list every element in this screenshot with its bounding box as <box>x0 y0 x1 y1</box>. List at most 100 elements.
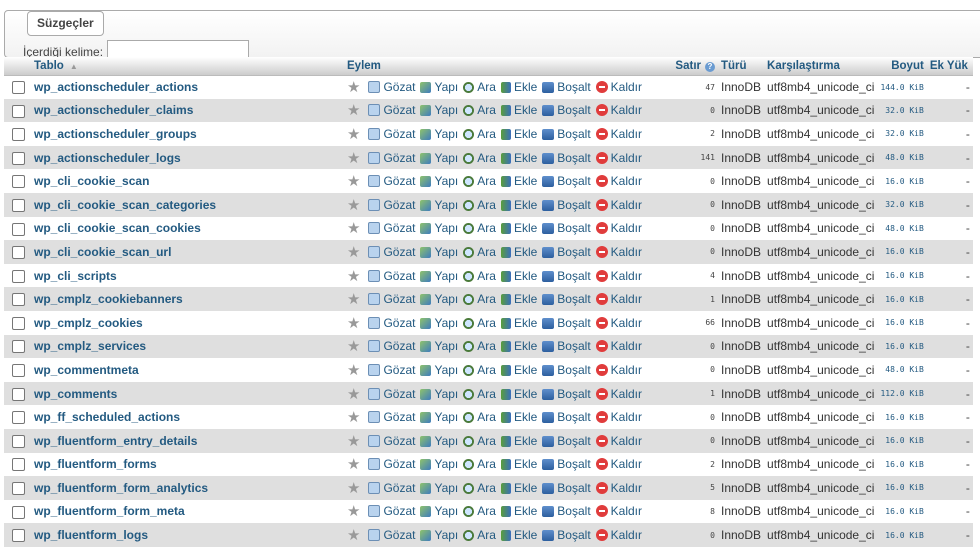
insert-action[interactable]: Ekle <box>500 410 537 424</box>
insert-action[interactable]: Ekle <box>500 269 537 283</box>
browse-action[interactable]: Gözat <box>368 387 415 401</box>
table-name-link[interactable]: wp_actionscheduler_claims <box>34 103 193 117</box>
table-size[interactable]: 16.0 KiB <box>877 405 926 429</box>
favorite-star-icon[interactable]: ★ <box>347 196 360 214</box>
empty-label[interactable]: Boşalt <box>557 245 590 259</box>
row-checkbox[interactable] <box>12 128 25 142</box>
empty-label[interactable]: Boşalt <box>557 504 590 518</box>
empty-action[interactable]: Boşalt <box>542 528 591 542</box>
favorite-star-icon[interactable]: ★ <box>347 385 360 403</box>
drop-label[interactable]: Kaldır <box>611 151 642 165</box>
search-action[interactable]: Ara <box>463 410 496 424</box>
table-size[interactable]: 16.0 KiB <box>877 523 926 547</box>
drop-label[interactable]: Kaldır <box>611 481 642 495</box>
search-action[interactable]: Ara <box>463 174 496 188</box>
browse-label[interactable]: Gözat <box>383 80 415 94</box>
search-action[interactable]: Ara <box>463 269 496 283</box>
insert-label[interactable]: Ekle <box>514 410 537 424</box>
structure-label[interactable]: Yapı <box>434 80 458 94</box>
search-action[interactable]: Ara <box>463 103 496 117</box>
row-checkbox[interactable] <box>12 293 25 307</box>
col-header-collation[interactable]: Karşılaştırma <box>764 57 878 76</box>
table-name-link[interactable]: wp_cli_cookie_scan <box>34 174 149 188</box>
table-size[interactable]: 16.0 KiB <box>877 453 926 477</box>
insert-label[interactable]: Ekle <box>514 481 537 495</box>
structure-label[interactable]: Yapı <box>434 363 458 377</box>
search-label[interactable]: Ara <box>477 434 496 448</box>
browse-action[interactable]: Gözat <box>368 80 415 94</box>
table-name-link[interactable]: wp_actionscheduler_groups <box>34 127 197 141</box>
empty-action[interactable]: Boşalt <box>542 245 591 259</box>
row-checkbox[interactable] <box>12 387 25 401</box>
insert-action[interactable]: Ekle <box>500 457 537 471</box>
search-label[interactable]: Ara <box>477 504 496 518</box>
empty-action[interactable]: Boşalt <box>542 434 591 448</box>
search-action[interactable]: Ara <box>463 387 496 401</box>
drop-action[interactable]: Kaldır <box>595 528 642 542</box>
insert-label[interactable]: Ekle <box>514 363 537 377</box>
search-label[interactable]: Ara <box>477 292 496 306</box>
col-header-overhead[interactable]: Ek Yük <box>926 57 973 76</box>
empty-label[interactable]: Boşalt <box>557 434 590 448</box>
search-action[interactable]: Ara <box>463 292 496 306</box>
browse-label[interactable]: Gözat <box>383 127 415 141</box>
search-label[interactable]: Ara <box>477 80 496 94</box>
empty-label[interactable]: Boşalt <box>557 410 590 424</box>
browse-label[interactable]: Gözat <box>383 316 415 330</box>
browse-label[interactable]: Gözat <box>383 292 415 306</box>
drop-label[interactable]: Kaldır <box>611 339 642 353</box>
search-action[interactable]: Ara <box>463 127 496 141</box>
empty-action[interactable]: Boşalt <box>542 387 591 401</box>
structure-label[interactable]: Yapı <box>434 457 458 471</box>
search-label[interactable]: Ara <box>477 528 496 542</box>
insert-action[interactable]: Ekle <box>500 174 537 188</box>
drop-label[interactable]: Kaldır <box>611 363 642 377</box>
drop-label[interactable]: Kaldır <box>611 174 642 188</box>
structure-action[interactable]: Yapı <box>420 481 458 495</box>
table-name-link[interactable]: wp_fluentform_forms <box>34 457 157 471</box>
insert-label[interactable]: Ekle <box>514 103 537 117</box>
table-name-link[interactable]: wp_cmplz_cookiebanners <box>34 292 183 306</box>
drop-label[interactable]: Kaldır <box>611 410 642 424</box>
structure-label[interactable]: Yapı <box>434 127 458 141</box>
browse-label[interactable]: Gözat <box>383 410 415 424</box>
favorite-star-icon[interactable]: ★ <box>347 361 360 379</box>
drop-label[interactable]: Kaldır <box>611 245 642 259</box>
empty-label[interactable]: Boşalt <box>557 481 590 495</box>
table-name-link[interactable]: wp_commentmeta <box>34 363 139 377</box>
drop-label[interactable]: Kaldır <box>611 316 642 330</box>
structure-action[interactable]: Yapı <box>420 339 458 353</box>
structure-label[interactable]: Yapı <box>434 504 458 518</box>
search-label[interactable]: Ara <box>477 363 496 377</box>
drop-label[interactable]: Kaldır <box>611 528 642 542</box>
browse-action[interactable]: Gözat <box>368 528 415 542</box>
table-name-link[interactable]: wp_fluentform_logs <box>34 528 148 542</box>
browse-label[interactable]: Gözat <box>383 103 415 117</box>
insert-action[interactable]: Ekle <box>500 292 537 306</box>
search-label[interactable]: Ara <box>477 481 496 495</box>
search-label[interactable]: Ara <box>477 245 496 259</box>
search-label[interactable]: Ara <box>477 174 496 188</box>
browse-action[interactable]: Gözat <box>368 410 415 424</box>
search-label[interactable]: Ara <box>477 269 496 283</box>
browse-label[interactable]: Gözat <box>383 221 415 235</box>
insert-action[interactable]: Ekle <box>500 363 537 377</box>
insert-action[interactable]: Ekle <box>500 316 537 330</box>
empty-action[interactable]: Boşalt <box>542 103 591 117</box>
structure-action[interactable]: Yapı <box>420 363 458 377</box>
table-size[interactable]: 48.0 KiB <box>877 217 926 241</box>
insert-action[interactable]: Ekle <box>500 481 537 495</box>
drop-action[interactable]: Kaldır <box>595 269 642 283</box>
search-action[interactable]: Ara <box>463 528 496 542</box>
insert-label[interactable]: Ekle <box>514 339 537 353</box>
row-checkbox[interactable] <box>12 222 25 236</box>
empty-label[interactable]: Boşalt <box>557 387 590 401</box>
insert-action[interactable]: Ekle <box>500 127 537 141</box>
insert-action[interactable]: Ekle <box>500 151 537 165</box>
favorite-star-icon[interactable]: ★ <box>347 408 360 426</box>
table-size[interactable]: 48.0 KiB <box>877 358 926 382</box>
drop-action[interactable]: Kaldır <box>595 387 642 401</box>
browse-action[interactable]: Gözat <box>368 363 415 377</box>
table-name-link[interactable]: wp_cli_cookie_scan_categories <box>34 198 216 212</box>
insert-label[interactable]: Ekle <box>514 221 537 235</box>
